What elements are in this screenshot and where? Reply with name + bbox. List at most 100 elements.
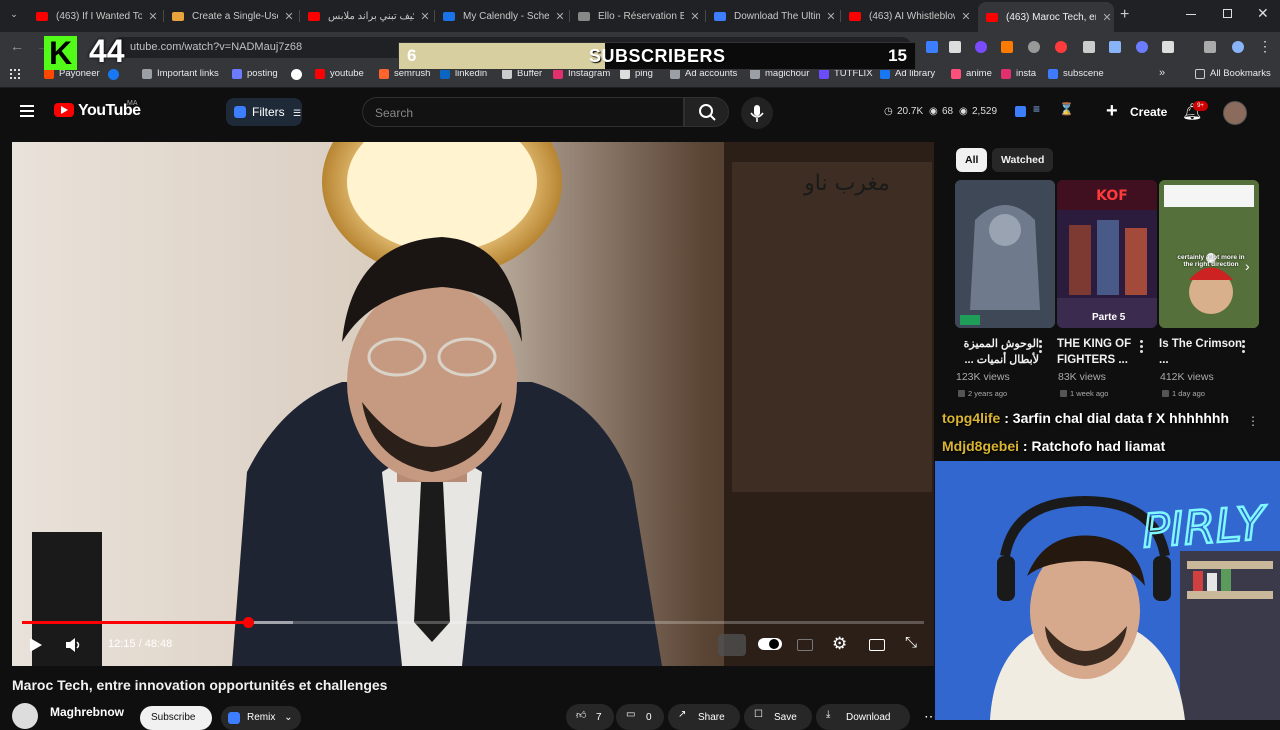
- browser-tab[interactable]: (463) AI Whistleblow ✕: [843, 4, 973, 28]
- extension-icon[interactable]: [1028, 41, 1040, 53]
- reading-list-icon[interactable]: [1204, 41, 1216, 53]
- video-player[interactable]: مغرب ناو 12:15 / 48:48 ⚙ ⤡: [12, 142, 934, 666]
- tab-close-icon[interactable]: ✕: [824, 10, 838, 23]
- extension-icon[interactable]: [1162, 41, 1174, 53]
- bookmark-favicon-icon: [315, 68, 325, 79]
- bookmark-item[interactable]: Important links: [142, 68, 219, 79]
- bookmark-favicon-icon: [1001, 68, 1011, 79]
- tab-favicon-icon: [172, 11, 184, 21]
- google-bookmark-icon[interactable]: [291, 69, 302, 80]
- tab-close-icon[interactable]: ✕: [418, 10, 432, 23]
- tab-close-icon[interactable]: ✕: [959, 10, 973, 23]
- extension-icon[interactable]: [949, 41, 961, 53]
- stat-watch-icon: ◉: [929, 106, 938, 117]
- extension-icon[interactable]: [1001, 41, 1013, 53]
- theater-mode-icon[interactable]: [869, 639, 885, 651]
- browser-tab[interactable]: Download The Ultim ✕: [708, 4, 838, 28]
- create-button[interactable]: + Create: [1102, 98, 1170, 126]
- autoplay-toggle[interactable]: [758, 638, 782, 650]
- channel-avatar[interactable]: [12, 703, 38, 729]
- fullscreen-icon[interactable]: ⤡: [905, 634, 917, 651]
- short-menu-icon[interactable]: [1039, 340, 1043, 355]
- avatar[interactable]: [1223, 101, 1247, 125]
- play-icon[interactable]: [28, 636, 44, 654]
- menu-kebab-icon[interactable]: ⋮: [1258, 38, 1272, 55]
- short-thumbnail[interactable]: [955, 180, 1055, 328]
- search-button[interactable]: [684, 97, 729, 127]
- comment-button[interactable]: ▭ 0: [616, 704, 664, 730]
- extension-player-icon[interactable]: [718, 634, 746, 656]
- short-title[interactable]: THE KING OF FIGHTERS ...: [1057, 336, 1141, 368]
- browser-tab[interactable]: (463) If I Wanted To ✕: [30, 4, 160, 28]
- browser-tab[interactable]: My Calendly - Sched ✕: [437, 4, 567, 28]
- search-placeholder: Search: [375, 106, 414, 120]
- extension-icon[interactable]: [1109, 41, 1121, 53]
- short-title[interactable]: الوحوش المميزة لأبطال أنميات ...: [955, 336, 1039, 368]
- voice-search-button[interactable]: [741, 97, 773, 129]
- short-thumbnail[interactable]: certainly a lot more in the right direct…: [1159, 180, 1259, 328]
- browser-tab[interactable]: كيف تبني براند ملابس ✕: [302, 4, 432, 28]
- captions-icon[interactable]: [797, 639, 813, 651]
- bookmark-item[interactable]: insta: [1001, 68, 1036, 79]
- short-next-chevron-icon[interactable]: ›: [1245, 258, 1250, 274]
- browser-tab[interactable]: Create a Single-Use ✕: [166, 4, 296, 28]
- filter-ext-icon: [234, 106, 246, 118]
- like-button[interactable]: 👍︎ 7: [566, 704, 614, 730]
- remix-button[interactable]: Remix ⌄: [221, 706, 301, 730]
- short-menu-icon[interactable]: [1140, 340, 1144, 355]
- browser-tab[interactable]: Ello - Réservation Bi ✕: [572, 4, 702, 28]
- new-tab-button[interactable]: +: [1120, 6, 1129, 24]
- tab-close-icon[interactable]: ✕: [553, 10, 567, 23]
- extension-icon[interactable]: [926, 41, 938, 53]
- volume-icon[interactable]: [64, 636, 82, 654]
- chat-text: : 3arfin chal dial data f X hhhhhhh: [1000, 410, 1230, 426]
- tab-close-icon[interactable]: ✕: [1100, 11, 1114, 24]
- share-button[interactable]: ↗ Share: [668, 704, 740, 730]
- tab-separator: [299, 10, 300, 22]
- tab-search-icon[interactable]: ⌄: [6, 9, 22, 23]
- list-icon[interactable]: ≡: [1033, 102, 1040, 116]
- browser-tab[interactable]: (463) Maroc Tech, er ✕: [978, 2, 1114, 32]
- subscribe-button[interactable]: Subscribe: [140, 706, 212, 730]
- profile-icon[interactable]: [1232, 41, 1244, 53]
- progress-bar[interactable]: [22, 617, 924, 628]
- extension-icon[interactable]: [975, 41, 987, 53]
- ext-hourglass-icon[interactable]: ⌛: [1059, 102, 1074, 116]
- tab-separator: [705, 10, 706, 22]
- bookmark-item[interactable]: posting: [232, 68, 278, 79]
- short-title[interactable]: Is The Crimson ...: [1159, 336, 1243, 368]
- extension-icon[interactable]: [1136, 41, 1148, 53]
- bookmark-item[interactable]: anime: [951, 68, 992, 79]
- chip-all[interactable]: All: [956, 148, 988, 172]
- ext-toolbar-icon[interactable]: [1015, 106, 1026, 117]
- extension-icon[interactable]: [1055, 41, 1067, 53]
- tab-close-icon[interactable]: ✕: [146, 10, 160, 23]
- facebook-bookmark-icon[interactable]: [108, 69, 119, 80]
- download-icon: ⤓: [826, 709, 831, 720]
- bookmark-item[interactable]: subscene: [1048, 68, 1104, 79]
- puzzle-icon[interactable]: [1083, 41, 1095, 53]
- short-thumbnail-art: KOF: [1057, 180, 1157, 328]
- all-bookmarks-label: All Bookmarks: [1210, 68, 1271, 79]
- close-window-icon[interactable]: ✕: [1257, 5, 1269, 22]
- filters-button[interactable]: Filters ☰: [226, 98, 302, 126]
- channel-name[interactable]: Maghrebnow: [50, 705, 124, 719]
- all-bookmarks[interactable]: All Bookmarks: [1195, 68, 1271, 79]
- save-button[interactable]: ☐ Save: [744, 704, 812, 730]
- bookmarks-overflow-icon[interactable]: »: [1159, 67, 1165, 79]
- short-menu-icon[interactable]: [1242, 340, 1246, 355]
- download-button[interactable]: ⤓ Download: [816, 704, 910, 730]
- hamburger-menu-icon[interactable]: [20, 105, 34, 117]
- apps-grid-icon[interactable]: [10, 69, 20, 79]
- chip-watched[interactable]: Watched: [992, 148, 1054, 172]
- tab-close-icon[interactable]: ✕: [282, 10, 296, 23]
- search-input[interactable]: Search: [362, 97, 684, 127]
- back-icon[interactable]: ←: [10, 38, 24, 54]
- bookmark-item[interactable]: youtube: [315, 68, 364, 79]
- settings-gear-icon[interactable]: ⚙: [832, 634, 847, 654]
- short-thumbnail[interactable]: KOF Parte 5: [1057, 180, 1157, 328]
- minimize-icon[interactable]: [1186, 14, 1196, 15]
- restore-icon[interactable]: [1223, 9, 1232, 18]
- sidebar-item-menu-icon[interactable]: ⋮: [1247, 414, 1259, 428]
- tab-close-icon[interactable]: ✕: [688, 10, 702, 23]
